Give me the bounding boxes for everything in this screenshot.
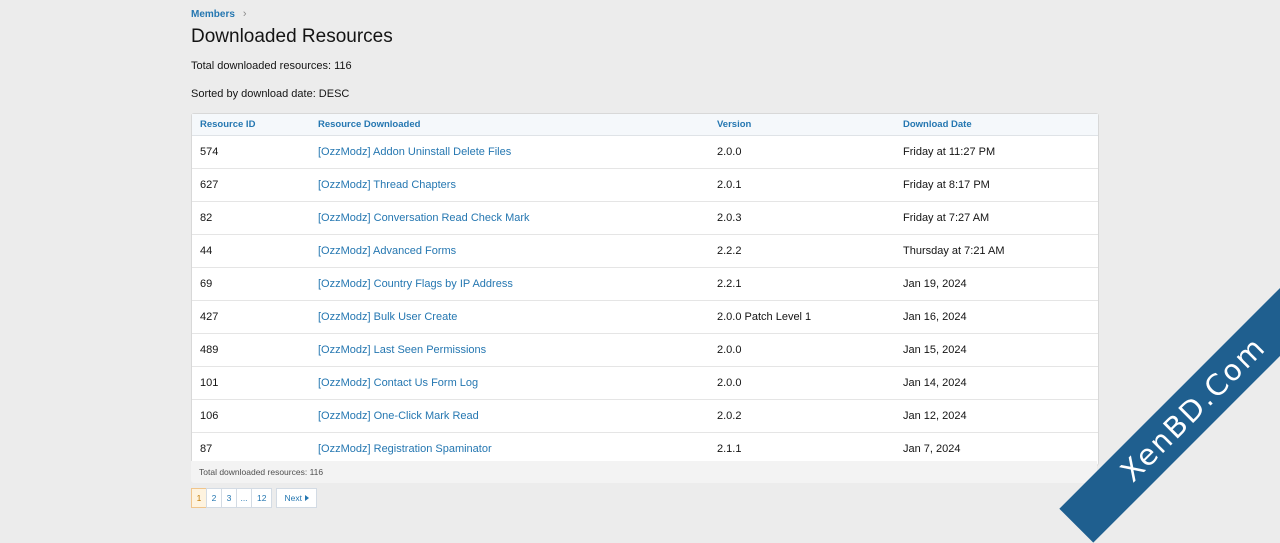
table-footer-total: Total downloaded resources: 116 xyxy=(191,461,1097,483)
page-link-12[interactable]: 12 xyxy=(251,488,273,508)
cell-download-date: Thursday at 7:21 AM xyxy=(895,234,1098,268)
cell-version: 2.0.3 xyxy=(709,201,895,235)
cell-download-date: Jan 19, 2024 xyxy=(895,267,1098,301)
cell-resource-id: 101 xyxy=(192,366,310,400)
cell-resource-link[interactable]: [OzzModz] Registration Spaminator xyxy=(310,432,709,465)
pagination: 1 2 3 ... 12 Next xyxy=(191,488,317,508)
cell-version: 2.0.1 xyxy=(709,168,895,202)
cell-download-date: Jan 14, 2024 xyxy=(895,366,1098,400)
downloads-table: Resource ID Resource Downloaded Version … xyxy=(191,113,1099,466)
col-header-resource-downloaded[interactable]: Resource Downloaded xyxy=(310,114,709,136)
cell-version: 2.2.2 xyxy=(709,234,895,268)
cell-download-date: Friday at 11:27 PM xyxy=(895,135,1098,169)
table-row: 489 [OzzModz] Last Seen Permissions 2.0.… xyxy=(192,333,1098,367)
total-count-text: Total downloaded resources: 116 xyxy=(191,60,352,72)
cell-resource-link[interactable]: [OzzModz] Contact Us Form Log xyxy=(310,366,709,400)
cell-version: 2.1.1 xyxy=(717,442,742,455)
cell-resource-id: 82 xyxy=(192,201,310,235)
cell-resource-id: 427 xyxy=(192,300,310,334)
breadcrumb-members-link[interactable]: Members xyxy=(191,9,235,20)
cell-resource-link[interactable]: [OzzModz] Advanced Forms xyxy=(310,234,709,268)
cell-version: 2.2.1 xyxy=(709,267,895,301)
cell-download-date: Jan 7, 2024 xyxy=(903,442,961,455)
table-row: 69 [OzzModz] Country Flags by IP Address… xyxy=(192,267,1098,301)
chevron-right-icon: › xyxy=(242,8,247,20)
cell-download-date: Jan 15, 2024 xyxy=(895,333,1098,367)
cell-version: 2.0.0 xyxy=(709,366,895,400)
page-link-1[interactable]: 1 xyxy=(191,488,207,508)
cell-version: 2.0.0 xyxy=(709,135,895,169)
col-header-resource-id[interactable]: Resource ID xyxy=(192,114,310,136)
col-header-download-date[interactable]: Download Date xyxy=(895,114,1098,136)
page-link-2[interactable]: 2 xyxy=(206,488,222,508)
next-page-label: Next xyxy=(284,493,302,503)
cell-resource-id: 489 xyxy=(192,333,310,367)
cell-resource-id: 574 xyxy=(192,135,310,169)
cell-resource-id: 106 xyxy=(192,399,310,433)
cell-resource-id: 627 xyxy=(192,168,310,202)
cell-resource-id: 87 xyxy=(200,442,213,455)
cell-resource-link[interactable]: [OzzModz] Bulk User Create xyxy=(310,300,709,334)
cell-resource-id: 44 xyxy=(192,234,310,268)
table-row: 101 [OzzModz] Contact Us Form Log 2.0.0 … xyxy=(192,366,1098,400)
cell-download-date: Jan 16, 2024 xyxy=(895,300,1098,334)
page-link-3[interactable]: 3 xyxy=(221,488,237,508)
cell-resource-link[interactable]: [OzzModz] Addon Uninstall Delete Files xyxy=(310,135,709,169)
cell-download-date: Jan 12, 2024 xyxy=(895,399,1098,433)
cell-resource-link[interactable]: [OzzModz] Country Flags by IP Address xyxy=(310,267,709,301)
cell-download-date: Friday at 7:27 AM xyxy=(895,201,1098,235)
caret-right-icon xyxy=(304,495,309,501)
cell-resource-link[interactable]: [OzzModz] Conversation Read Check Mark xyxy=(310,201,709,235)
cell-download-date: Friday at 8:17 PM xyxy=(895,168,1098,202)
breadcrumb: Members › xyxy=(191,8,247,20)
cell-resource-link[interactable]: [OzzModz] One-Click Mark Read xyxy=(310,399,709,433)
table-row: 627 [OzzModz] Thread Chapters 2.0.1 Frid… xyxy=(192,168,1098,202)
table-header-row: Resource ID Resource Downloaded Version … xyxy=(192,114,1098,136)
table-row: 427 [OzzModz] Bulk User Create 2.0.0 Pat… xyxy=(192,300,1098,334)
page-jump-ellipsis[interactable]: ... xyxy=(236,488,252,508)
cell-resource-link[interactable]: [OzzModz] Thread Chapters xyxy=(310,168,709,202)
table-row: 87 [OzzModz] Registration Spaminator 2.1… xyxy=(192,432,1098,465)
table-row: 106 [OzzModz] One-Click Mark Read 2.0.2 … xyxy=(192,399,1098,433)
table-row: 82 [OzzModz] Conversation Read Check Mar… xyxy=(192,201,1098,235)
sort-order-text: Sorted by download date: DESC xyxy=(191,88,350,100)
cell-version: 2.0.0 xyxy=(709,333,895,367)
col-header-version[interactable]: Version xyxy=(709,114,895,136)
cell-resource-link[interactable]: [OzzModz] Last Seen Permissions xyxy=(310,333,709,367)
cell-version: 2.0.0 Patch Level 1 xyxy=(709,300,895,334)
table-row: 44 [OzzModz] Advanced Forms 2.2.2 Thursd… xyxy=(192,234,1098,268)
cell-version: 2.0.2 xyxy=(709,399,895,433)
page-title: Downloaded Resources xyxy=(191,26,393,47)
table-row: 574 [OzzModz] Addon Uninstall Delete Fil… xyxy=(192,135,1098,169)
next-page-button[interactable]: Next xyxy=(276,488,317,508)
cell-resource-id: 69 xyxy=(192,267,310,301)
